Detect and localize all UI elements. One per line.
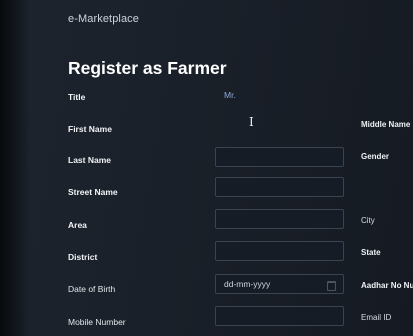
- last-name-label: Last Name: [68, 155, 111, 165]
- gender-label: Gender: [361, 152, 390, 161]
- city-label: City: [361, 216, 375, 225]
- text-cursor-icon: I: [249, 115, 254, 129]
- district-input[interactable]: [215, 241, 344, 261]
- area-label: Area: [68, 220, 87, 230]
- state-label: State: [361, 248, 381, 257]
- mobile-input[interactable]: [215, 306, 344, 326]
- last-name-input[interactable]: [215, 147, 344, 167]
- mobile-label: Mobile Number: [68, 317, 126, 327]
- screen: e-Marketplace Register as Farmer Title M…: [0, 0, 413, 336]
- title-select[interactable]: Mr.: [224, 90, 236, 100]
- email-label: Email ID: [361, 313, 392, 322]
- district-label: District: [68, 252, 98, 262]
- title-label: Title: [68, 92, 86, 102]
- dob-input[interactable]: [215, 274, 344, 294]
- street-name-input[interactable]: [215, 177, 344, 197]
- first-name-label: First Name: [68, 124, 112, 134]
- page-title: Register as Farmer: [68, 58, 227, 78]
- street-name-label: Street Name: [68, 187, 118, 197]
- area-input[interactable]: [215, 209, 344, 229]
- first-name-input[interactable]: [215, 118, 344, 138]
- brand-name[interactable]: e-Marketplace: [68, 13, 139, 25]
- calendar-icon[interactable]: [327, 281, 336, 291]
- middle-name-label: Middle Name: [361, 120, 411, 129]
- screen-edge-shadow: [0, 0, 30, 336]
- aadhar-label: Aadhar No Nu: [361, 281, 413, 290]
- dob-label: Date of Birth: [68, 284, 116, 294]
